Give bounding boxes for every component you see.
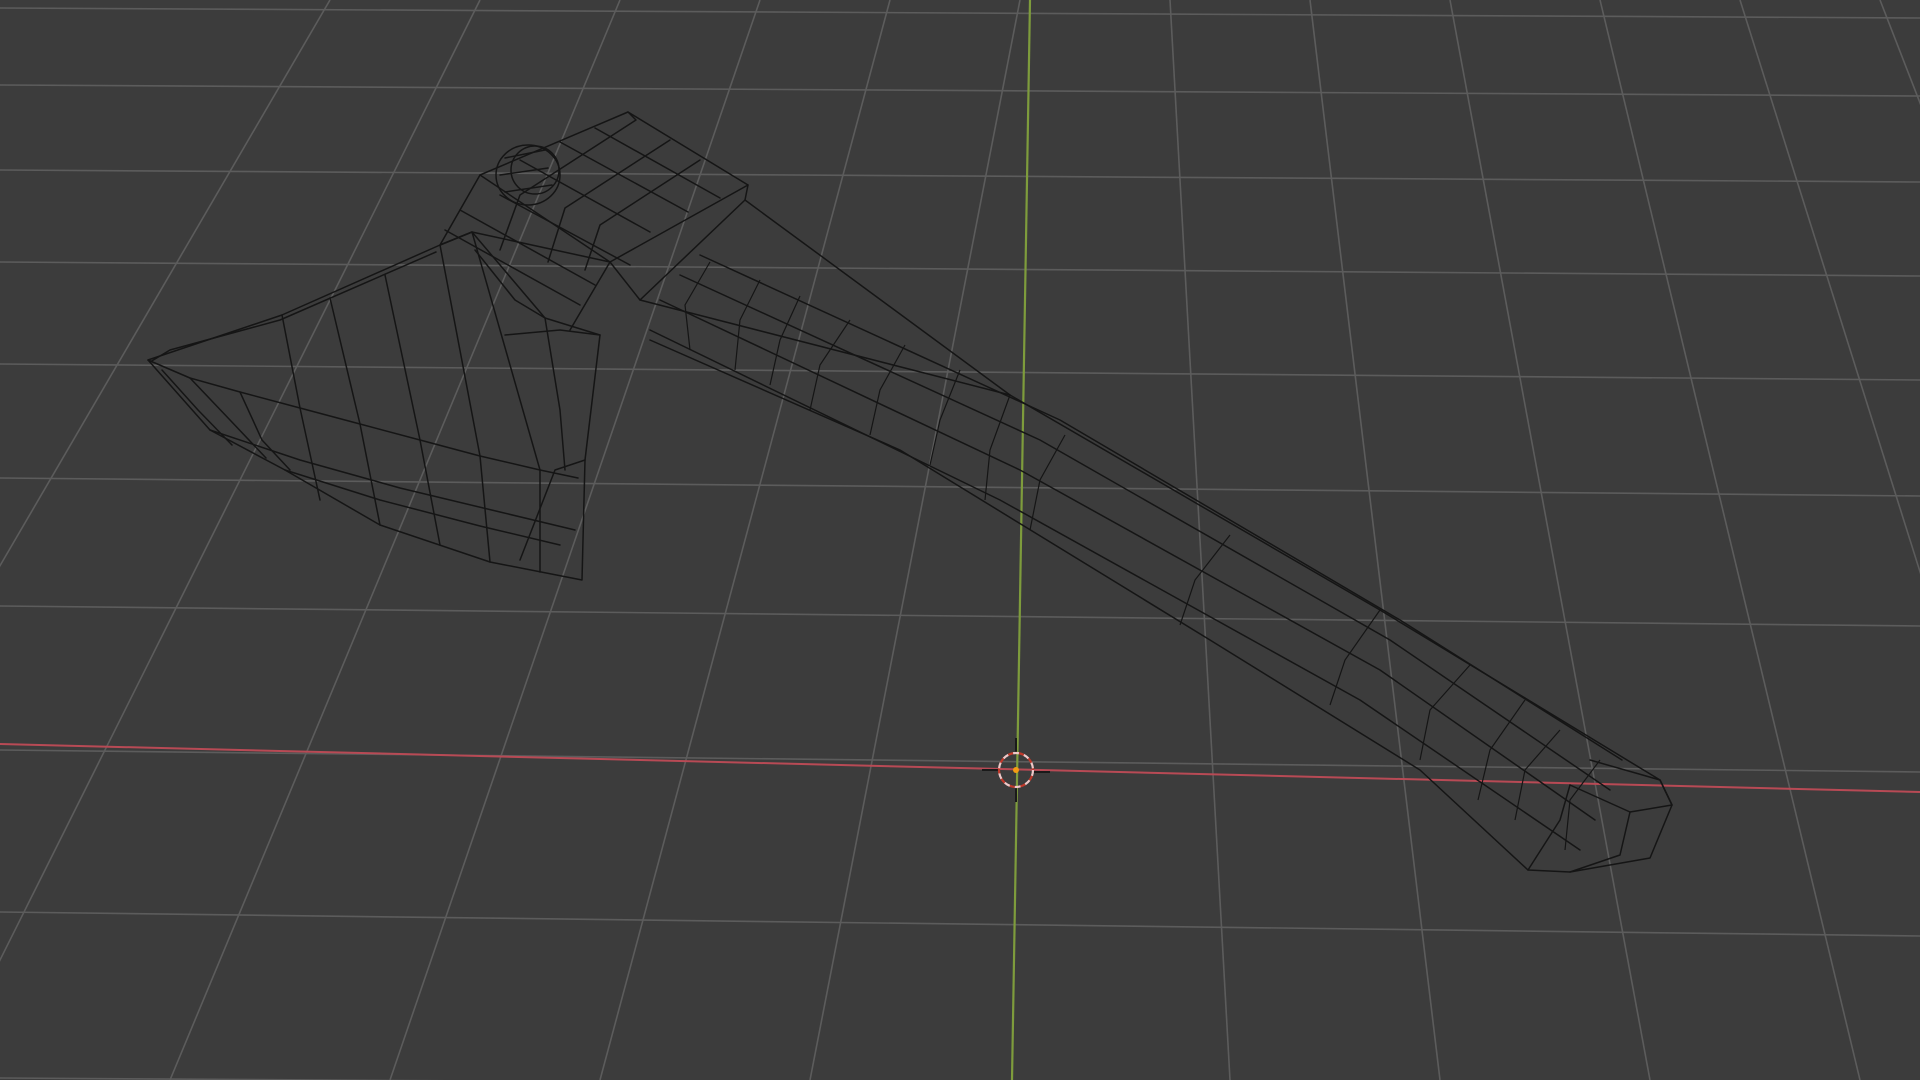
axe-handle bbox=[639, 199, 1673, 873]
axe-head bbox=[439, 111, 749, 331]
object-origin-icon bbox=[1013, 767, 1019, 773]
3d-viewport[interactable] bbox=[0, 0, 1920, 1080]
floor-grid bbox=[0, 0, 1920, 1080]
y-axis-line bbox=[1010, 0, 1032, 1080]
